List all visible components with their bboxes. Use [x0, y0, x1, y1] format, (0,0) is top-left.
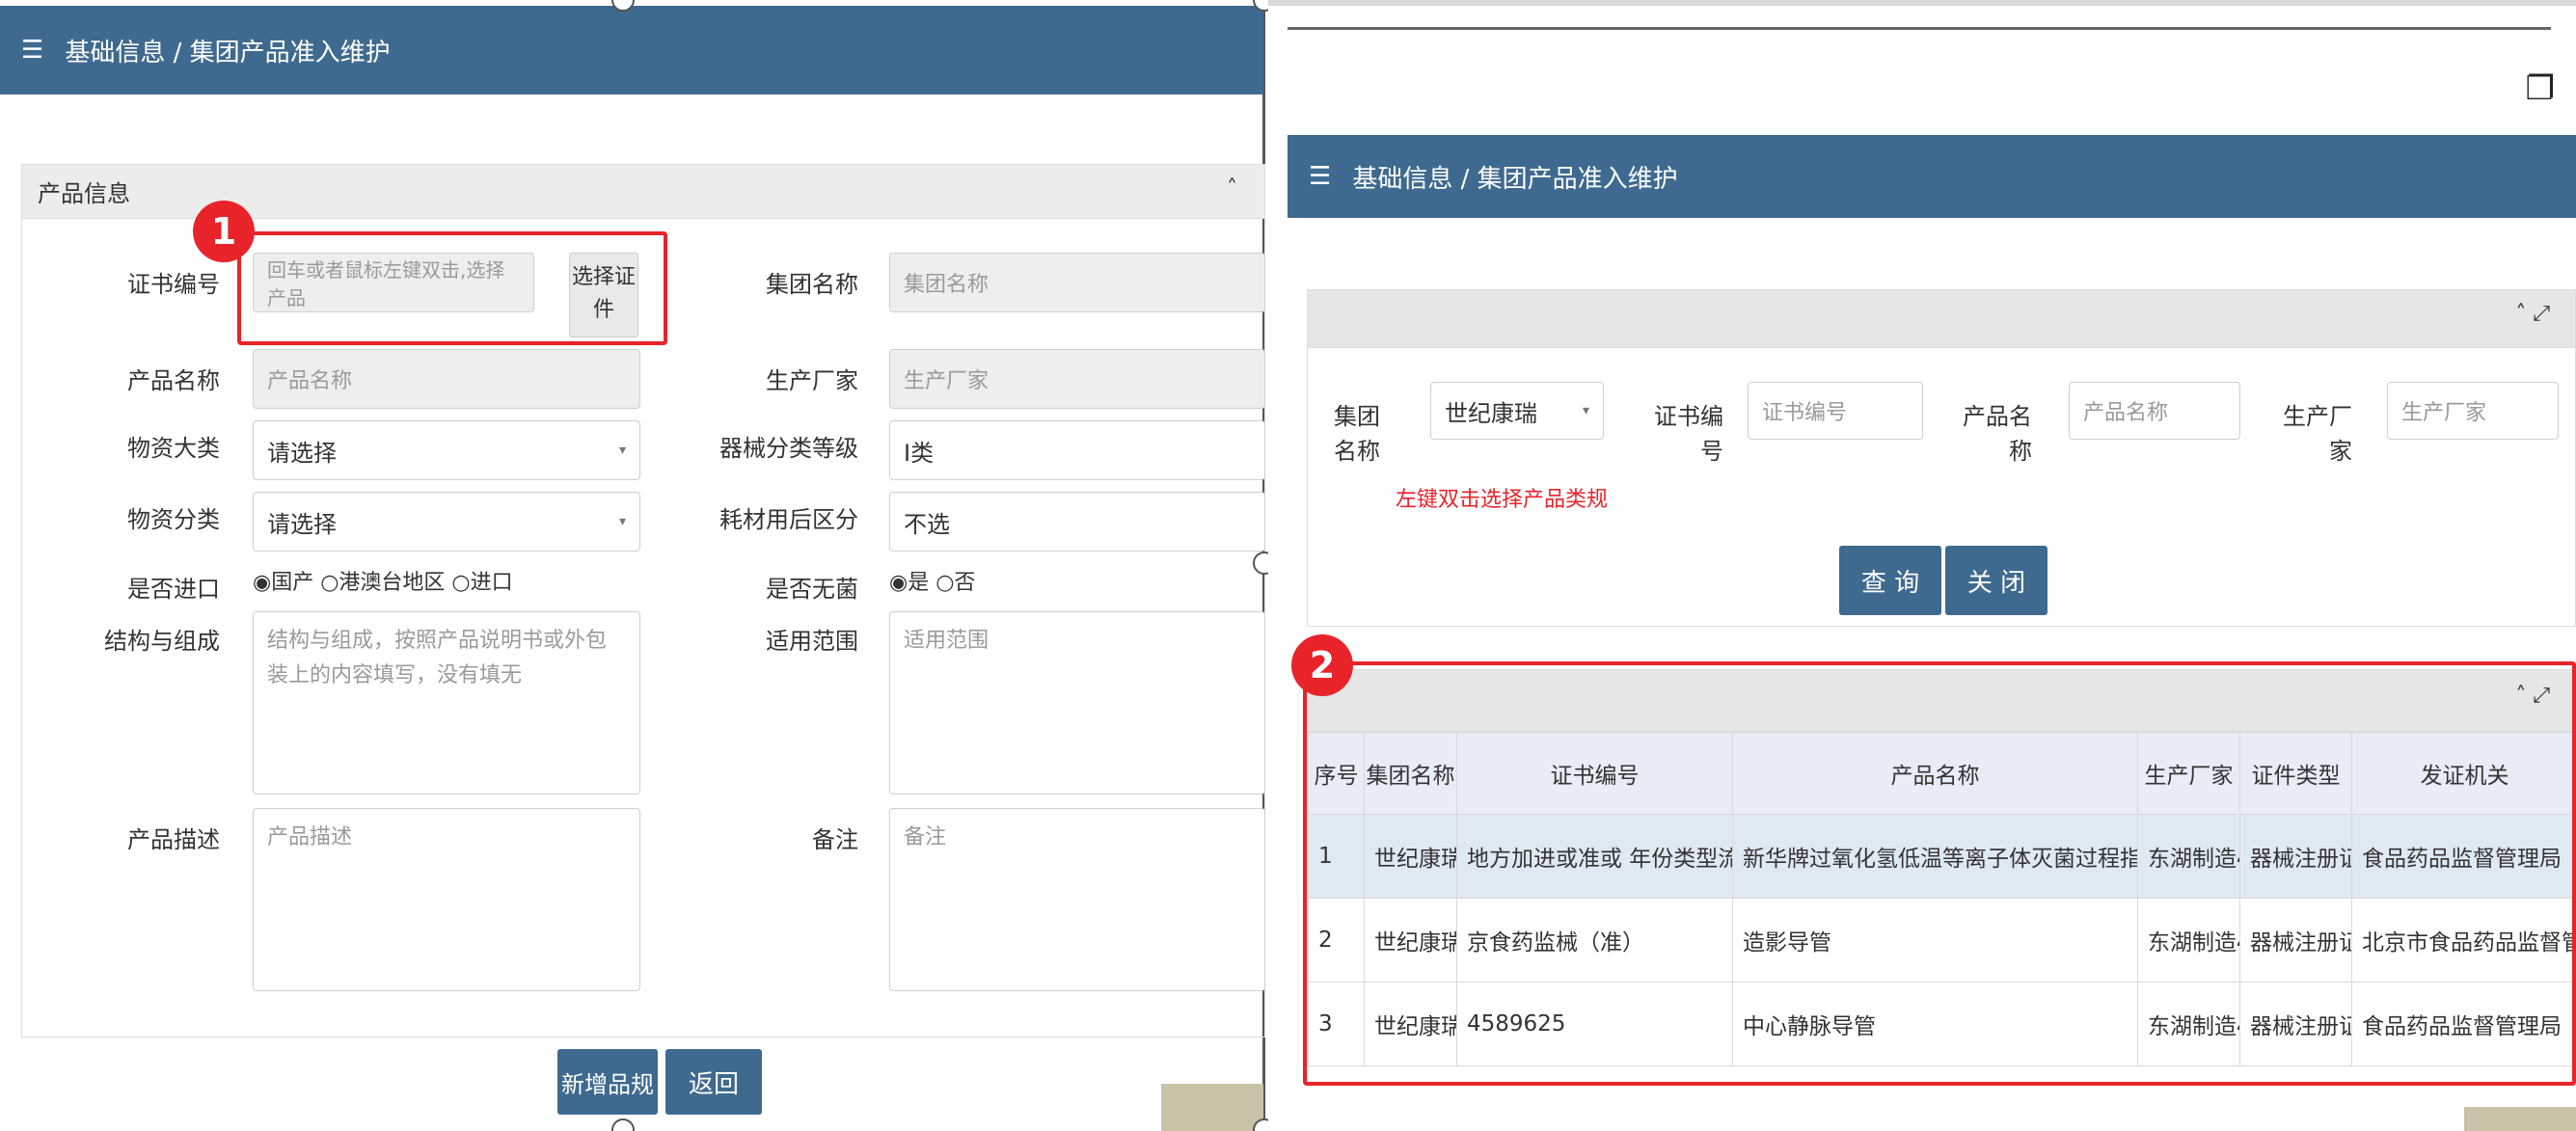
step-badge-1: 1: [193, 201, 255, 262]
add-spec-button[interactable]: 新增品规: [557, 1049, 658, 1115]
collapse-icon[interactable]: ˄: [1227, 176, 1237, 201]
material-major-select[interactable]: 请选择 ▾: [253, 420, 640, 480]
consumable-split-label: 耗材用后区分: [719, 506, 858, 533]
material-major-value: 请选择: [267, 439, 337, 467]
material-class-select[interactable]: 请选择 ▾: [253, 492, 640, 552]
step-badge-2: 2: [1291, 634, 1353, 696]
search-cert-label: 证书编号: [1654, 403, 1723, 465]
cert-no-label: 证书编号: [127, 271, 220, 298]
structure-label: 结构与组成: [104, 628, 220, 655]
consumable-split-value: 不选: [904, 510, 950, 538]
collapse-icon[interactable]: ˄ ⤢: [2515, 302, 2550, 326]
search-mfr-label: 生产厂家: [2283, 403, 2352, 465]
product-name-input[interactable]: 产品名称: [253, 349, 640, 409]
device-class-value: I类: [904, 439, 935, 467]
search-product-label: 产品名称: [1963, 403, 2032, 465]
material-class-label: 物资分类: [127, 506, 220, 533]
sterile-label: 是否无菌: [766, 576, 858, 603]
search-group-select[interactable]: 世纪康瑞 ▾: [1430, 382, 1604, 440]
left-window: ☰ 基础信息 / 集团产品准入维护 产品信息 ˄ 证书编号 回车或者鼠标左键双击…: [0, 0, 1265, 1131]
remark-textarea[interactable]: 备注: [889, 808, 1265, 991]
description-textarea[interactable]: 产品描述: [253, 808, 640, 991]
watermark-image: [2464, 1107, 2576, 1131]
search-product-input[interactable]: 产品名称: [2069, 382, 2240, 440]
query-button[interactable]: 查 询: [1839, 546, 1941, 615]
dropdown-arrow-icon: ▾: [618, 443, 626, 458]
consumable-split-select[interactable]: 不选: [889, 492, 1265, 552]
description-label: 产品描述: [127, 826, 220, 853]
material-class-value: 请选择: [267, 510, 337, 538]
search-mfr-input[interactable]: 生产厂家: [2387, 382, 2559, 440]
import-radio-group[interactable]: ◉国产 ○港澳台地区 ○进口: [253, 569, 513, 598]
watermark-image: [1161, 1084, 1263, 1131]
device-class-label: 器械分类等级: [719, 435, 858, 462]
remark-label: 备注: [812, 826, 858, 853]
product-name-label: 产品名称: [127, 367, 220, 394]
menu-icon[interactable]: ☰: [1309, 162, 1331, 191]
close-button[interactable]: 关 闭: [1945, 546, 2047, 615]
device-class-select[interactable]: I类: [889, 420, 1265, 480]
top-divider: [1288, 27, 2551, 30]
manufacturer-input[interactable]: 生产厂家: [889, 349, 1265, 409]
menu-icon[interactable]: ☰: [21, 36, 43, 65]
back-button[interactable]: 返回: [665, 1049, 762, 1115]
dropdown-arrow-icon: ▾: [1582, 403, 1589, 418]
left-header: ☰ 基础信息 / 集团产品准入维护: [0, 6, 1263, 94]
right-header: ☰ 基础信息 / 集团产品准入维护: [1288, 135, 2576, 218]
scope-textarea[interactable]: 适用范围: [889, 611, 1265, 794]
search-group-label: 集团名称: [1334, 403, 1380, 465]
manufacturer-label: 生产厂家: [766, 367, 858, 394]
search-hint: 左键双击选择产品类规: [1396, 488, 1609, 512]
search-cert-input[interactable]: 证书编号: [1748, 382, 1923, 440]
search-group-value: 世纪康瑞: [1445, 399, 1537, 427]
group-name-label: 集团名称: [766, 271, 858, 298]
group-name-input[interactable]: 集团名称: [889, 253, 1265, 312]
structure-textarea[interactable]: 结构与组成，按照产品说明书或外包装上的内容填写，没有填无: [253, 611, 640, 794]
scope-label: 适用范围: [766, 628, 858, 655]
dropdown-arrow-icon: ▾: [618, 514, 626, 529]
material-major-label: 物资大类: [127, 435, 220, 462]
breadcrumb: 基础信息 / 集团产品准入维护: [65, 38, 391, 67]
window-icon[interactable]: ❐: [2526, 69, 2555, 108]
highlight-box-1: [237, 231, 667, 345]
sterile-radio-group[interactable]: ◉是 ○否: [889, 569, 975, 598]
breadcrumb: 基础信息 / 集团产品准入维护: [1352, 164, 1678, 194]
right-window: ❐ ☰ 基础信息 / 集团产品准入维护 ˄ ⤢ 集团名称 世纪康瑞 ▾ 左键双击…: [1268, 0, 2576, 1131]
highlight-box-2: [1303, 661, 2576, 1086]
search-panel-header: ˄ ⤢: [1308, 290, 2575, 348]
panel-title: 产品信息: [38, 180, 130, 207]
import-label: 是否进口: [127, 576, 220, 603]
search-panel: ˄ ⤢: [1307, 289, 2576, 627]
